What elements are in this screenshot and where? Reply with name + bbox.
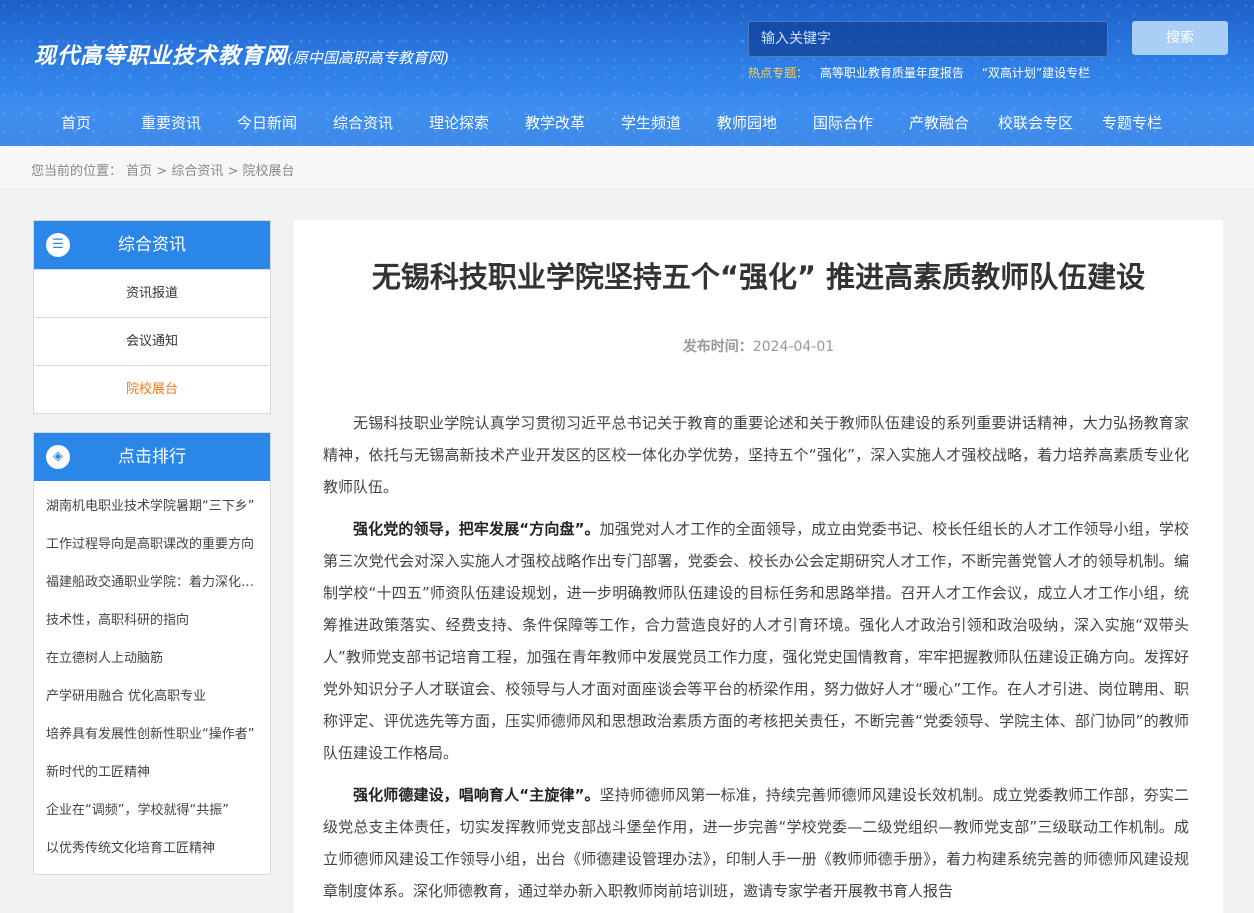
main-nav: 首页 重要资讯 今日新闻 综合资讯 理论探索 教学改革 学生频道 教师园地 国际… — [0, 104, 1254, 142]
nav-item-teaching-reform[interactable]: 教学改革 — [525, 104, 585, 142]
nav-item-teachers[interactable]: 教师园地 — [717, 104, 777, 142]
rank-item[interactable]: 以优秀传统文化培育工匠精神 — [34, 830, 270, 868]
paragraph-lead: 强化党的领导，把牢发展“方向盘”。 — [353, 520, 600, 538]
sidebar-rank-header: ◈ 点击排行 — [34, 433, 270, 481]
nav-item-general-news[interactable]: 综合资讯 — [333, 104, 393, 142]
sidebar-rank-title: 点击排行 — [118, 447, 186, 467]
nav-item-theory[interactable]: 理论探索 — [429, 104, 489, 142]
publish-date-label: 发布时间： — [682, 339, 753, 355]
rank-item[interactable]: 产学研用融合 优化高职专业 — [34, 678, 270, 716]
sidebar-item-news-reports[interactable]: 资讯报道 — [34, 269, 270, 317]
article-panel: 无锡科技职业学院坚持五个“强化” 推进高素质教师队伍建设 发布时间：2024-0… — [294, 220, 1223, 913]
paragraph-text: 加强党对人才工作的全面领导，成立由党委书记、校长任组长的人才工作领导小组，学校第… — [323, 520, 1189, 762]
rank-item[interactable]: 企业在“调频”，学校就得“共振” — [34, 792, 270, 830]
sidebar-category-header: ☰ 综合资讯 — [34, 221, 270, 269]
hot-topic-link[interactable]: “双高计划”建设专栏 — [982, 66, 1090, 80]
breadcrumb: 您当前的位置： 首页 > 综合资讯 > 院校展台 — [31, 160, 295, 179]
logo-main-text: 现代高等职业技术教育网 — [34, 43, 288, 69]
breadcrumb-separator: > — [152, 164, 172, 179]
rank-list: 湖南机电职业技术学院暑期“三下乡” 工作过程导向是高职课改的重要方向 福建船政交… — [34, 481, 270, 874]
sidebar-item-school-showcase[interactable]: 院校展台 — [34, 365, 270, 413]
article-paragraph: 无锡科技职业学院认真学习贯彻习近平总书记关于教育的重要论述和关于教师队伍建设的系… — [323, 407, 1189, 503]
logo-sub-text: (原中国高职高专教育网) — [287, 49, 449, 67]
nav-item-special-topics[interactable]: 专题专栏 — [1102, 104, 1162, 142]
rank-item[interactable]: 培养具有发展性创新性职业“操作者” — [34, 716, 270, 754]
article-paragraph: 强化党的领导，把牢发展“方向盘”。加强党对人才工作的全面领导，成立由党委书记、校… — [323, 513, 1189, 769]
hot-topic-link[interactable]: 高等职业教育质量年度报告 — [820, 66, 964, 80]
article-body: 无锡科技职业学院认真学习贯彻习近平总书记关于教育的重要论述和关于教师队伍建设的系… — [323, 407, 1189, 913]
paragraph-lead: 强化师德建设，唱响育人“主旋律”。 — [353, 786, 600, 804]
search-button[interactable]: 搜索 — [1132, 21, 1228, 55]
rank-item[interactable]: 技术性，高职科研的指向 — [34, 602, 270, 640]
breadcrumb-bar: 您当前的位置： 首页 > 综合资讯 > 院校展台 — [0, 146, 1254, 189]
nav-item-students[interactable]: 学生频道 — [621, 104, 681, 142]
site-header: 现代高等职业技术教育网(原中国高职高专教育网) 输入关键字 搜索 热点专题： 高… — [0, 0, 1254, 146]
nav-item-alliance[interactable]: 校联会专区 — [998, 104, 1073, 142]
sidebar-item-meeting-notices[interactable]: 会议通知 — [34, 317, 270, 365]
breadcrumb-separator: > — [223, 164, 243, 179]
hot-topics: 热点专题： 高等职业教育质量年度报告 “双高计划”建设专栏 — [748, 64, 1104, 81]
article-title: 无锡科技职业学院坚持五个“强化” 推进高素质教师队伍建设 — [371, 260, 1146, 294]
rank-item[interactable]: 福建船政交通职业学院：着力深化产教融合 — [34, 564, 270, 602]
site-logo[interactable]: 现代高等职业技术教育网(原中国高职高专教育网) — [34, 38, 449, 70]
search-input[interactable]: 输入关键字 — [748, 21, 1108, 57]
nav-item-international[interactable]: 国际合作 — [813, 104, 873, 142]
article-meta: 发布时间：2024-04-01 — [294, 336, 1223, 356]
paragraph-text: 无锡科技职业学院认真学习贯彻习近平总书记关于教育的重要论述和关于教师队伍建设的系… — [323, 414, 1189, 496]
article-paragraph: 强化师德建设，唱响育人“主旋律”。坚持师德师风第一标准，持续完善师德师风建设长效… — [323, 779, 1189, 907]
rank-item[interactable]: 工作过程导向是高职课改的重要方向 — [34, 526, 270, 564]
rank-item[interactable]: 湖南机电职业技术学院暑期“三下乡” — [34, 488, 270, 526]
hot-topics-label: 热点专题： — [748, 66, 809, 80]
sidebar-category-box: ☰ 综合资讯 资讯报道 会议通知 院校展台 — [33, 220, 271, 414]
rank-item[interactable]: 新时代的工匠精神 — [34, 754, 270, 792]
breadcrumb-label: 您当前的位置： — [31, 164, 123, 179]
nav-item-industry-education[interactable]: 产教融合 — [909, 104, 969, 142]
nav-item-today-news[interactable]: 今日新闻 — [237, 104, 297, 142]
nav-item-home[interactable]: 首页 — [61, 104, 91, 142]
breadcrumb-item-schools[interactable]: 院校展台 — [243, 164, 295, 179]
breadcrumb-item-general[interactable]: 综合资讯 — [171, 164, 223, 179]
publish-date: 2024-04-01 — [752, 339, 835, 355]
nav-item-important-news[interactable]: 重要资讯 — [141, 104, 201, 142]
rank-item[interactable]: 在立德树人上动脑筋 — [34, 640, 270, 678]
breadcrumb-item-home[interactable]: 首页 — [126, 164, 152, 179]
sidebar-rank-box: ◈ 点击排行 湖南机电职业技术学院暑期“三下乡” 工作过程导向是高职课改的重要方… — [33, 432, 271, 875]
sidebar-category-title: 综合资讯 — [118, 235, 186, 255]
